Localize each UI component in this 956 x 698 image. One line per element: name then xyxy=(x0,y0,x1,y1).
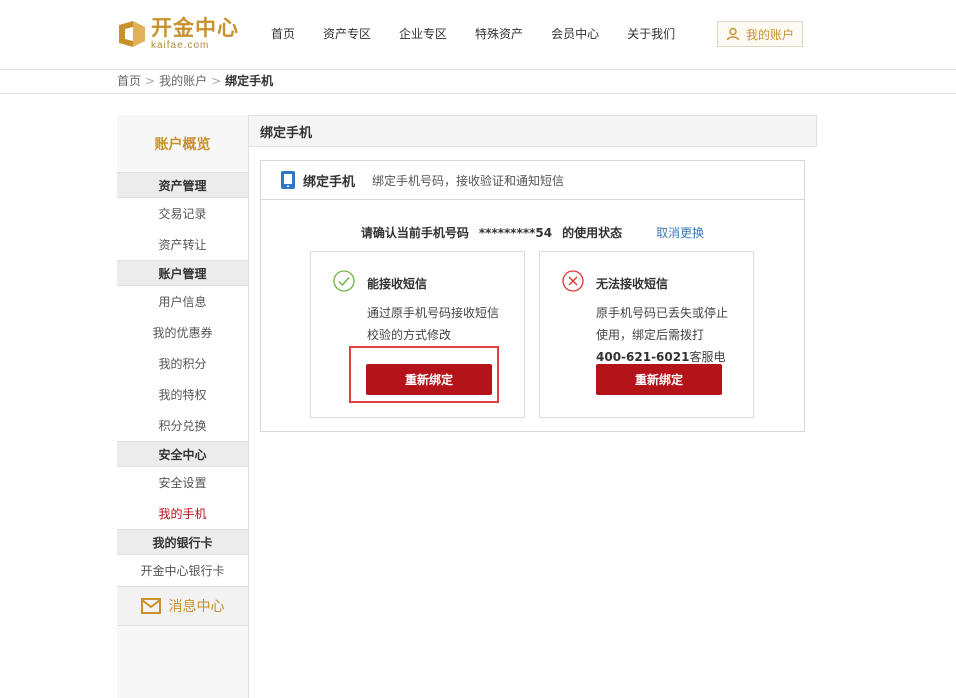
account-sidebar: 账户概览 资产管理 交易记录 资产转让 账户管理 用户信息 我的优惠券 我的积分… xyxy=(117,115,249,698)
sidebar-item-bank-card[interactable]: 开金中心银行卡 xyxy=(117,555,248,586)
rebind-via-sms-button[interactable]: 重新绑定 xyxy=(366,364,492,395)
sidebar-group-asset-management: 资产管理 xyxy=(117,172,248,198)
sidebar-group-bank-cards: 我的银行卡 xyxy=(117,529,248,555)
message-center-label: 消息中心 xyxy=(168,599,225,615)
sidebar-item-coupons[interactable]: 我的优惠券 xyxy=(117,317,248,348)
mobile-phone-icon xyxy=(281,171,295,189)
sidebar-item-points[interactable]: 我的积分 xyxy=(117,348,248,379)
card-title: 能接收短信 xyxy=(367,277,428,291)
panel-header: 绑定手机 绑定手机号码，接收验证和通知短信 xyxy=(261,161,804,200)
sidebar-message-center[interactable]: 消息中心 xyxy=(117,586,248,626)
breadcrumb-separator: > xyxy=(145,74,156,88)
site-header: 开金中心 kaifae.com 首页 资产专区 企业专区 特殊资产 会员中心 关… xyxy=(0,0,956,70)
page-title: 绑定手机 xyxy=(249,115,817,147)
nav-special-assets[interactable]: 特殊资产 xyxy=(475,24,523,44)
nav-about[interactable]: 关于我们 xyxy=(627,24,675,44)
logo-mark-icon xyxy=(117,19,147,49)
can-receive-sms-card: 能接收短信 通过原手机号码接收短信 校验的方式修改 重新绑定 xyxy=(310,251,525,418)
site-logo[interactable]: 开金中心 kaifae.com xyxy=(117,17,239,51)
nav-member-center[interactable]: 会员中心 xyxy=(551,24,599,44)
sidebar-item-security-settings[interactable]: 安全设置 xyxy=(117,467,248,498)
main-nav: 首页 资产专区 企业专区 特殊资产 会员中心 关于我们 xyxy=(271,24,703,44)
confirm-number-line: 请确认当前手机号码 *********54 的使用状态 取消更换 xyxy=(261,224,804,241)
my-account-label: 我的账户 xyxy=(745,27,794,42)
breadcrumb-separator: > xyxy=(211,74,222,88)
nav-enterprise[interactable]: 企业专区 xyxy=(399,24,447,44)
envelope-icon xyxy=(140,598,161,614)
sidebar-item-transactions[interactable]: 交易记录 xyxy=(117,198,248,229)
my-account-button[interactable]: 我的账户 xyxy=(717,21,803,47)
hotline-suffix: 客服电 xyxy=(689,350,726,364)
sidebar-item-asset-transfer[interactable]: 资产转让 xyxy=(117,229,248,260)
card-line: 通过原手机号码接收短信 xyxy=(367,306,500,320)
breadcrumb-home[interactable]: 首页 xyxy=(117,74,141,88)
card-description: 原手机号码已丢失或停止 使用，绑定后需拨打 400-621-6021客服电 xyxy=(596,302,746,368)
confirm-suffix: 的使用状态 xyxy=(562,226,623,240)
card-line: 校验的方式修改 xyxy=(367,328,452,342)
rebind-via-service-button[interactable]: 重新绑定 xyxy=(596,364,722,395)
main-content: 绑定手机 绑定手机 绑定手机号码，接收验证和通知短信 请确认当前手机号码 ****… xyxy=(249,115,817,698)
breadcrumb: 首页 > 我的账户 > 绑定手机 xyxy=(117,73,273,89)
sidebar-group-security: 安全中心 xyxy=(117,441,248,467)
check-circle-icon xyxy=(333,270,355,292)
nav-home[interactable]: 首页 xyxy=(271,24,295,44)
sidebar-group-account-management: 账户管理 xyxy=(117,260,248,286)
sidebar-item-my-phone[interactable]: 我的手机 xyxy=(117,498,248,529)
sidebar-item-points-exchange[interactable]: 积分兑换 xyxy=(117,410,248,441)
logo-name-cn: 开金中心 xyxy=(151,15,239,40)
card-line: 使用，绑定后需拨打 xyxy=(596,328,705,342)
masked-phone-number: *********54 xyxy=(478,226,553,240)
cancel-change-link[interactable]: 取消更换 xyxy=(656,226,704,240)
logo-name-en: kaifae.com xyxy=(151,39,210,51)
bind-phone-panel: 绑定手机 绑定手机号码，接收验证和通知短信 请确认当前手机号码 *********… xyxy=(260,160,805,432)
cannot-receive-sms-card: 无法接收短信 原手机号码已丢失或停止 使用，绑定后需拨打 400-621-602… xyxy=(539,251,754,418)
nav-assets[interactable]: 资产专区 xyxy=(323,24,371,44)
sidebar-item-user-info[interactable]: 用户信息 xyxy=(117,286,248,317)
x-circle-icon xyxy=(562,270,584,292)
breadcrumb-divider xyxy=(0,93,956,94)
card-line: 原手机号码已丢失或停止 xyxy=(596,306,729,320)
breadcrumb-current: 绑定手机 xyxy=(225,74,274,88)
sidebar-account-overview[interactable]: 账户概览 xyxy=(117,115,248,172)
panel-title: 绑定手机 xyxy=(303,174,356,190)
sidebar-item-privileges[interactable]: 我的特权 xyxy=(117,379,248,410)
card-description: 通过原手机号码接收短信 校验的方式修改 xyxy=(367,302,517,346)
user-icon xyxy=(726,27,740,41)
card-title: 无法接收短信 xyxy=(596,277,669,291)
breadcrumb-account[interactable]: 我的账户 xyxy=(159,74,207,88)
confirm-prefix: 请确认当前手机号码 xyxy=(360,226,469,240)
hotline-number: 400-621-6021 xyxy=(596,350,690,364)
panel-description: 绑定手机号码，接收验证和通知短信 xyxy=(372,173,565,188)
